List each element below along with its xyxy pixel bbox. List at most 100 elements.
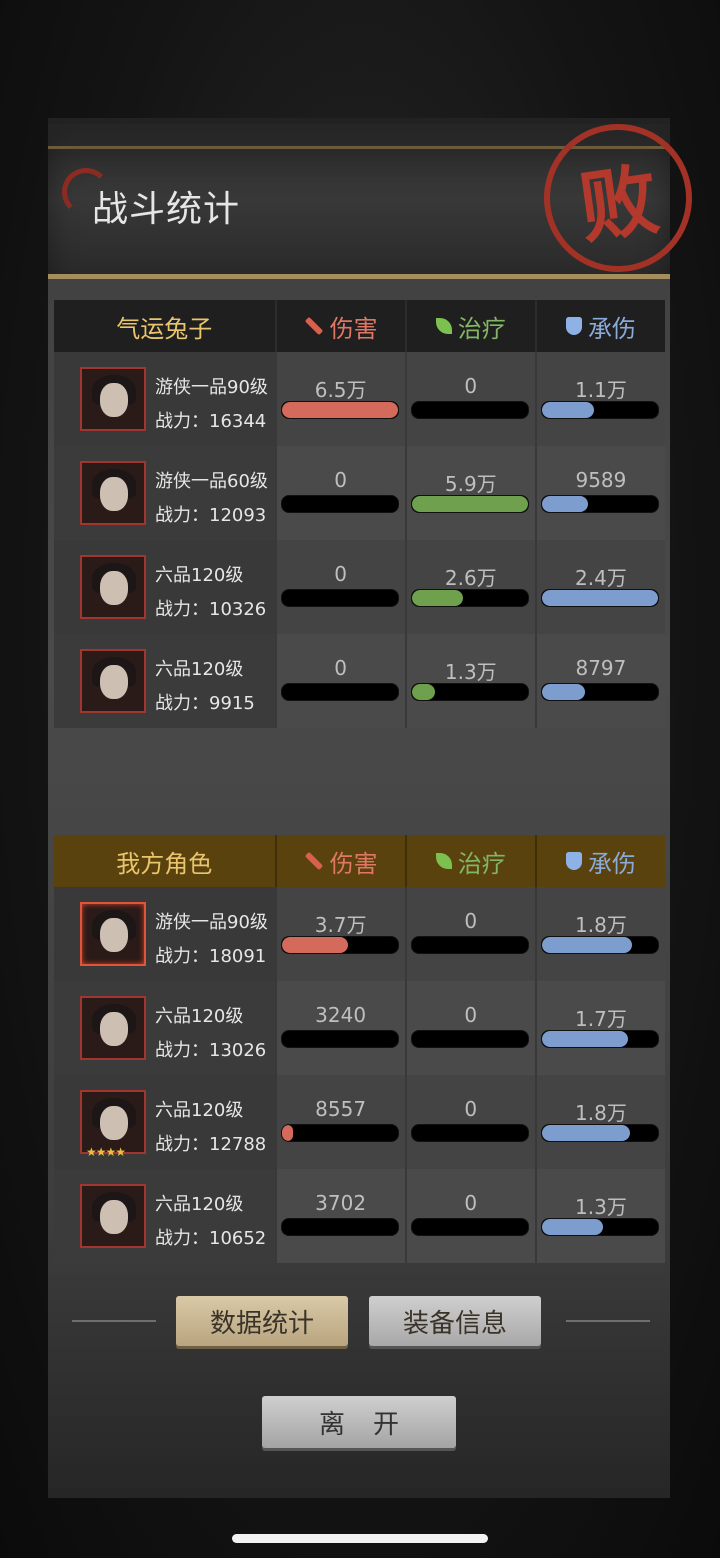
tank-cell: 1.3万 bbox=[534, 1169, 665, 1263]
heal-value: 0 bbox=[464, 374, 478, 398]
heal-cell: 1.3万 bbox=[404, 634, 535, 728]
damage-bar-fill bbox=[281, 402, 398, 418]
table-row: 游侠一品90级 战力：16344 6.5万 0 1.1万 bbox=[54, 352, 665, 446]
ally-table-header: 我方角色 伤害 治疗 承伤 bbox=[54, 835, 665, 887]
tank-cell: 8797 bbox=[534, 634, 665, 728]
tank-bar-fill bbox=[541, 402, 595, 418]
heal-value: 0 bbox=[464, 1097, 478, 1121]
character-avatar[interactable] bbox=[80, 649, 146, 713]
damage-bar bbox=[280, 401, 399, 419]
damage-value: 3240 bbox=[315, 1003, 367, 1027]
avatar-face bbox=[100, 383, 128, 417]
divider-right bbox=[566, 1320, 650, 1322]
heal-cell: 0 bbox=[404, 887, 535, 981]
tank-cell: 1.7万 bbox=[534, 981, 665, 1075]
leave-button[interactable]: 离开 bbox=[262, 1396, 456, 1448]
heal-value: 0 bbox=[464, 909, 478, 933]
tank-value: 2.4万 bbox=[575, 566, 627, 590]
avatar-face bbox=[100, 1012, 128, 1046]
tank-bar-fill bbox=[541, 684, 585, 700]
home-indicator[interactable] bbox=[232, 1534, 488, 1543]
tank-bar-fill bbox=[541, 1125, 631, 1141]
tank-bar bbox=[540, 683, 660, 701]
tank-value: 1.8万 bbox=[575, 913, 627, 937]
tank-cell: 1.8万 bbox=[534, 887, 665, 981]
character-avatar[interactable] bbox=[80, 367, 146, 431]
character-avatar[interactable] bbox=[80, 555, 146, 619]
enemy-stats-table: 气运兔子 伤害 治疗 承伤 游侠一品90级 战力：16344 6.5万 0 1.1万 游侠… bbox=[54, 300, 665, 728]
avatar-face bbox=[100, 1106, 128, 1140]
character-rank: 游侠一品90级 bbox=[155, 377, 268, 398]
damage-bar-fill bbox=[281, 937, 348, 953]
damage-cell: 3702 bbox=[274, 1169, 405, 1263]
damage-value: 6.5万 bbox=[314, 378, 367, 402]
character-rank: 六品120级 bbox=[155, 659, 244, 680]
heal-value: 0 bbox=[464, 1191, 478, 1215]
heal-bar bbox=[410, 401, 529, 419]
ally-stats-table: 我方角色 伤害 治疗 承伤 游侠一品90级 战力：18091 3.7万 0 1.8万 六品… bbox=[54, 835, 665, 1263]
tank-bar-fill bbox=[541, 590, 659, 606]
character-power: 战力：12093 bbox=[155, 505, 267, 526]
heal-bar-fill bbox=[411, 590, 463, 606]
damage-bar-fill bbox=[281, 1125, 294, 1141]
character-power: 战力：13026 bbox=[155, 1040, 267, 1061]
character-avatar[interactable] bbox=[80, 996, 146, 1060]
heal-value: 5.9万 bbox=[444, 472, 497, 496]
heal-cell: 0 bbox=[404, 981, 535, 1075]
character-power: 战力：18091 bbox=[155, 946, 267, 967]
damage-cell: 3.7万 bbox=[274, 887, 405, 981]
character-info: 六品120级 战力：13026 bbox=[54, 981, 275, 1075]
tank-bar bbox=[540, 589, 660, 607]
character-rank: 六品120级 bbox=[155, 1100, 244, 1121]
damage-bar bbox=[280, 495, 399, 513]
character-power: 战力：12788 bbox=[155, 1134, 267, 1155]
tank-bar-fill bbox=[541, 937, 633, 953]
tank-bar bbox=[540, 401, 660, 419]
heal-bar bbox=[410, 1218, 529, 1236]
character-info: 六品120级 战力：9915 bbox=[54, 634, 275, 728]
tank-bar bbox=[540, 1030, 660, 1048]
heal-value: 1.3万 bbox=[444, 660, 497, 684]
heal-bar bbox=[410, 936, 529, 954]
tank-bar bbox=[540, 936, 660, 954]
heal-cell: 0 bbox=[404, 352, 535, 446]
tank-bar bbox=[540, 1124, 660, 1142]
table-row: ★★★★ 六品120级 战力：12788 8557 0 1.8万 bbox=[54, 1075, 665, 1169]
tank-value: 9589 bbox=[575, 468, 627, 492]
avatar-face bbox=[100, 1200, 128, 1234]
data-stats-button[interactable]: 数据统计 bbox=[176, 1296, 348, 1346]
character-avatar[interactable] bbox=[80, 1184, 146, 1248]
character-rank: 游侠一品60级 bbox=[155, 471, 268, 492]
avatar-face bbox=[100, 571, 128, 605]
tank-bar-fill bbox=[541, 496, 589, 512]
divider-left bbox=[72, 1320, 156, 1322]
character-rank: 六品120级 bbox=[155, 1194, 244, 1215]
heal-bar bbox=[410, 1124, 529, 1142]
leaf-icon bbox=[435, 853, 452, 869]
enemy-table-header: 气运兔子 伤害 治疗 承伤 bbox=[54, 300, 665, 352]
tab-buttons: 数据统计 装备信息 bbox=[48, 1290, 670, 1350]
tank-bar bbox=[540, 1218, 660, 1236]
equipment-info-button[interactable]: 装备信息 bbox=[369, 1296, 541, 1346]
heal-cell: 0 bbox=[404, 1075, 535, 1169]
tank-value: 1.8万 bbox=[575, 1101, 627, 1125]
damage-value: 8557 bbox=[315, 1097, 367, 1121]
tank-cell: 2.4万 bbox=[534, 540, 665, 634]
tank-cell: 1.8万 bbox=[534, 1075, 665, 1169]
heal-bar bbox=[410, 589, 529, 607]
heal-value: 2.6万 bbox=[444, 566, 497, 590]
damage-value: 3702 bbox=[315, 1191, 367, 1215]
heal-cell: 2.6万 bbox=[404, 540, 535, 634]
damage-bar bbox=[280, 1218, 399, 1236]
character-avatar[interactable] bbox=[80, 902, 146, 966]
damage-bar bbox=[280, 936, 399, 954]
damage-cell: 0 bbox=[274, 540, 405, 634]
character-info: 游侠一品90级 战力：16344 bbox=[54, 352, 275, 446]
character-power: 战力：10326 bbox=[155, 599, 267, 620]
col-tank: 承伤 bbox=[534, 300, 665, 352]
character-avatar[interactable] bbox=[80, 461, 146, 525]
tank-value: 8797 bbox=[575, 656, 627, 680]
shield-icon bbox=[565, 317, 582, 335]
heal-bar bbox=[410, 1030, 529, 1048]
character-info: 游侠一品60级 战力：12093 bbox=[54, 446, 275, 540]
